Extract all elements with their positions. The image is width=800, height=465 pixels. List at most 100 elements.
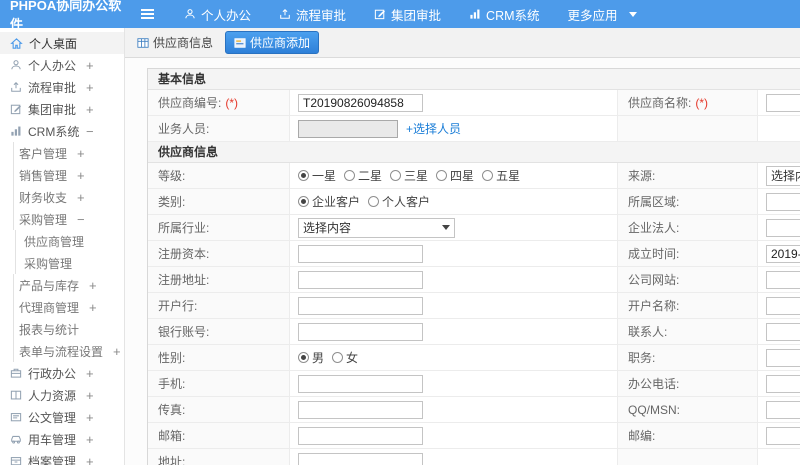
registered-address-input[interactable] — [298, 270, 423, 289]
office-phone-input[interactable] — [766, 374, 800, 393]
tab-supplier-add[interactable]: 供应商添加 — [225, 31, 320, 54]
position-input[interactable] — [766, 348, 800, 367]
form-row: 等级: 一星 二星 三星 四星 五星 来源: 选择内容 — [148, 163, 800, 189]
industry-select[interactable]: 选择内容 — [298, 217, 455, 238]
navbar-menu: 个人办公 流程审批 集团审批 CRM系统 更多应用 — [170, 0, 651, 28]
sidebar-item-document-mgmt[interactable]: 公文管理 + — [0, 406, 124, 428]
company-website-input[interactable] — [766, 270, 800, 289]
sidebar-item-supplier-mgmt[interactable]: 供应商管理 — [0, 230, 124, 252]
nav-item-label: 更多应用 — [567, 8, 618, 23]
sidebar-item-human-resources[interactable]: 人力资源 + — [0, 384, 124, 406]
gender-radio-0[interactable]: 男 — [298, 349, 324, 366]
zip-code-input[interactable] — [766, 426, 800, 445]
category-radio-1[interactable]: 个人客户 — [368, 193, 430, 210]
field-cell — [290, 423, 618, 448]
bank-account-input[interactable] — [298, 322, 423, 341]
sidebar-item-label: 用车管理 — [28, 432, 77, 447]
sidebar-item-sales-mgmt[interactable]: 销售管理 + — [0, 164, 124, 186]
fax-input[interactable] — [298, 400, 423, 419]
email-input[interactable] — [298, 426, 423, 445]
sidebar-item-archive-mgmt[interactable]: 档案管理 + — [0, 450, 124, 465]
grade-radio-0[interactable]: 一星 — [298, 167, 336, 184]
contact-person-input[interactable] — [766, 322, 800, 341]
radio-label: 三星 — [404, 169, 429, 183]
grade-radio-3[interactable]: 四星 — [436, 167, 474, 184]
tab-supplier-info[interactable]: 供应商信息 — [133, 32, 217, 53]
expand-toggle[interactable]: + — [86, 454, 94, 465]
expand-toggle[interactable]: + — [86, 410, 94, 425]
sidebar-item-form-workflow-settings[interactable]: 表单与流程设置 + — [0, 340, 124, 362]
field-cell — [290, 371, 618, 396]
business-personnel-input[interactable] — [298, 119, 398, 138]
expand-toggle[interactable]: + — [86, 58, 94, 73]
expand-toggle[interactable]: + — [86, 80, 94, 95]
field-cell — [290, 90, 618, 115]
sidebar-item-admin-office[interactable]: 行政办公 + — [0, 362, 124, 384]
form-row: 供应商编号:(*) 供应商名称:(*) — [148, 90, 800, 116]
sidebar-item-finance-income-expense[interactable]: 财务收支 + — [0, 186, 124, 208]
sidebar-item-vehicle-mgmt[interactable]: 用车管理 + — [0, 428, 124, 450]
tab-bar: 供应商信息 供应商添加 — [125, 28, 800, 58]
mobile-input[interactable] — [298, 374, 423, 393]
expand-toggle[interactable]: + — [89, 300, 97, 315]
form-row: 传真: QQ/MSN: — [148, 397, 800, 423]
chevron-down-icon — [442, 224, 450, 230]
supplier-name-input[interactable] — [766, 93, 800, 112]
expand-toggle[interactable]: + — [77, 190, 85, 205]
sidebar-item-procurement-mgmt[interactable]: 采购管理 − — [0, 208, 124, 230]
sidebar-item-purchasing-mgmt[interactable]: 采购管理 — [0, 252, 124, 274]
sidebar-item-label: 客户管理 — [19, 146, 68, 161]
car-icon — [10, 433, 22, 445]
grade-radio-4[interactable]: 五星 — [482, 167, 520, 184]
sidebar-item-agent-mgmt[interactable]: 代理商管理 + — [0, 296, 124, 318]
select-personnel-link[interactable]: +选择人员 — [406, 120, 461, 137]
sidebar-item-label: 流程审批 — [28, 80, 77, 95]
supplier-code-input[interactable] — [298, 93, 423, 112]
field-label — [618, 116, 758, 141]
nav-item-workflow-approval[interactable]: 流程审批 — [265, 0, 360, 28]
account-name-input[interactable] — [766, 296, 800, 315]
expand-toggle[interactable]: + — [86, 432, 94, 447]
nav-item-personal-office[interactable]: 个人办公 — [170, 0, 265, 28]
nav-item-crm-system[interactable]: CRM系统 — [455, 0, 553, 28]
field-label: 地址: — [148, 449, 290, 465]
expand-toggle[interactable]: + — [77, 168, 85, 183]
sidebar-item-personal-desktop[interactable]: 个人桌面 — [0, 32, 124, 54]
address-input[interactable] — [298, 452, 423, 465]
sidebar-item-group-approval[interactable]: 集团审批 + — [0, 98, 124, 120]
menu-toggle-icon[interactable] — [141, 9, 154, 19]
sidebar-item-workflow-approval[interactable]: 流程审批 + — [0, 76, 124, 98]
established-date-input[interactable] — [766, 244, 800, 263]
sidebar-item-label: CRM系统 — [28, 124, 80, 139]
region-input[interactable] — [766, 192, 800, 211]
hr-icon — [10, 389, 22, 401]
qq-msn-input[interactable] — [766, 400, 800, 419]
gender-radio-1[interactable]: 女 — [332, 349, 358, 366]
nav-item-more-apps[interactable]: 更多应用 — [554, 0, 651, 28]
expand-toggle[interactable]: + — [113, 344, 121, 359]
grade-radio-1[interactable]: 二星 — [344, 167, 382, 184]
sidebar-item-product-inventory[interactable]: 产品与库存 + — [0, 274, 124, 296]
registered-capital-input[interactable] — [298, 244, 423, 263]
category-radio-0[interactable]: 企业客户 — [298, 193, 360, 210]
expand-toggle[interactable]: + — [86, 102, 94, 117]
expand-toggle[interactable]: − — [77, 212, 85, 227]
form-row: 注册地址: 公司网站: — [148, 267, 800, 293]
sidebar-item-reports-stats[interactable]: 报表与统计 — [0, 318, 124, 340]
expand-toggle[interactable]: − — [86, 124, 94, 139]
sidebar-item-personal-office[interactable]: 个人办公 + — [0, 54, 124, 76]
legal-person-input[interactable] — [766, 218, 800, 237]
source-select[interactable]: 选择内容 — [766, 165, 800, 186]
expand-toggle[interactable]: + — [77, 146, 85, 161]
field-cell — [290, 241, 618, 266]
expand-toggle[interactable]: + — [86, 388, 94, 403]
radio-label: 四星 — [450, 169, 475, 183]
expand-toggle[interactable]: + — [86, 366, 94, 381]
sidebar-item-customer-mgmt[interactable]: 客户管理 + — [0, 142, 124, 164]
bank-input[interactable] — [298, 296, 423, 315]
grade-radio-2[interactable]: 三星 — [390, 167, 428, 184]
radio-label: 企业客户 — [312, 195, 361, 209]
nav-item-group-approval[interactable]: 集团审批 — [360, 0, 455, 28]
sidebar-item-crm-system[interactable]: CRM系统 − — [0, 120, 124, 142]
expand-toggle[interactable]: + — [89, 278, 97, 293]
